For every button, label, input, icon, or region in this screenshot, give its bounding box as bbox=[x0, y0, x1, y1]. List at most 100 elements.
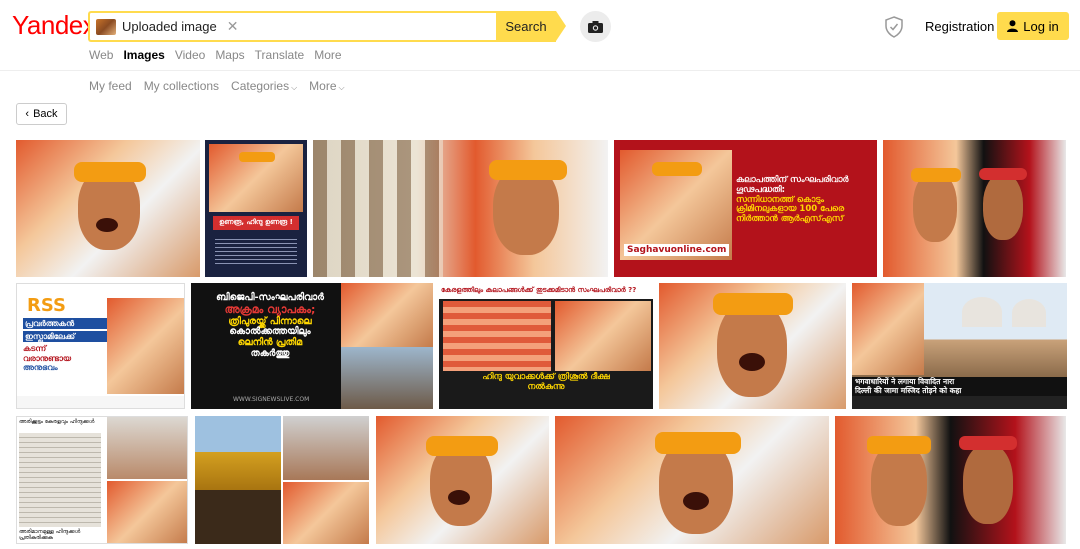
document-photo bbox=[19, 433, 101, 527]
subnav-my-feed[interactable]: My feed bbox=[89, 79, 132, 93]
image-result[interactable]: ബിജെപി-സംഘപരിവാർ അക്രമം വ്യാപകം; ത്രിപുര… bbox=[191, 283, 433, 409]
service-images[interactable]: Images bbox=[123, 48, 164, 62]
chevron-left-icon: ‹ bbox=[25, 108, 30, 120]
search-input[interactable]: Uploaded image ✕ bbox=[88, 11, 498, 42]
image-result[interactable]: ഉണരൂ, ഹിന്ദു ഉണരൂ ! bbox=[205, 140, 307, 277]
open-mouth-shape bbox=[96, 218, 118, 232]
logo-text: Yandex bbox=[12, 10, 96, 40]
headband-shape bbox=[239, 152, 275, 162]
portrait-photo bbox=[107, 417, 187, 479]
open-mouth-shape bbox=[448, 490, 470, 505]
subnav-categories[interactable]: Categories ⌵ bbox=[231, 79, 297, 93]
headband-shape bbox=[911, 168, 961, 182]
service-more[interactable]: More bbox=[314, 48, 341, 62]
collage-top-text: അരിക്കൂട്ടം കേരളവും ഹിന്ദുക്കൾ bbox=[19, 419, 95, 425]
face-shape bbox=[717, 301, 787, 397]
headband-shape bbox=[426, 436, 498, 456]
login-button[interactable]: Log in bbox=[997, 12, 1069, 40]
service-translate[interactable]: Translate bbox=[255, 48, 305, 62]
image-result[interactable] bbox=[555, 416, 829, 544]
image-result[interactable] bbox=[835, 416, 1066, 544]
headline-line-6: തകർത്തു bbox=[250, 348, 290, 360]
headband-shape bbox=[74, 162, 146, 182]
open-mouth-shape bbox=[739, 353, 765, 371]
face-shape bbox=[983, 174, 1023, 240]
photo-region bbox=[341, 283, 433, 347]
headline-line-2: അക്രമം വ്യാപകം; bbox=[224, 302, 316, 316]
image-result[interactable]: RSS പ്രവർത്തകൻ ഇസ്ലാമിലേക്ക് കടന്ന് വരാന… bbox=[16, 283, 185, 409]
crowd-photo bbox=[443, 301, 551, 371]
image-result[interactable] bbox=[376, 416, 549, 544]
subnav-more-label: More bbox=[309, 79, 337, 93]
yandex-logo[interactable]: Yandex bbox=[12, 10, 96, 41]
service-video[interactable]: Video bbox=[175, 48, 205, 62]
hindi-line-2: दिल्ली की जामा मस्जिद तोड़ने को कहा bbox=[855, 385, 962, 395]
service-maps[interactable]: Maps bbox=[215, 48, 244, 62]
statue-photo bbox=[341, 347, 433, 409]
header-divider bbox=[0, 70, 1080, 71]
shield-icon[interactable] bbox=[884, 16, 904, 38]
brand-watermark: Saghavuonline.com bbox=[624, 244, 730, 257]
image-result[interactable] bbox=[883, 140, 1066, 277]
temple-photo bbox=[195, 416, 281, 544]
registration-link[interactable]: Registration bbox=[925, 19, 994, 34]
image-result[interactable] bbox=[16, 140, 200, 277]
camera-icon[interactable] bbox=[580, 11, 611, 42]
headline-text: കലാപത്തിന് സംഘപരിവാർ ഗൂഢപദ്ധതി: സന്നിധാന… bbox=[736, 175, 874, 225]
photo-region bbox=[283, 482, 369, 544]
rss-title: RSS bbox=[27, 295, 66, 316]
face-shape bbox=[871, 442, 927, 526]
banner-bottom-line-2: നൽകുന്നു bbox=[527, 381, 565, 392]
site-url: WWW.SIGNEWSLIVE.COM bbox=[233, 396, 310, 403]
hindi-caption: भगवाधारियों ने लगाया विवादित नारा दिल्ली… bbox=[852, 377, 1067, 397]
subnav-my-collections[interactable]: My collections bbox=[144, 79, 219, 93]
search-bar[interactable]: Uploaded image ✕ Search bbox=[88, 11, 566, 42]
banner-top: കേരളത്തിലും കലാപങ്ങൾക്ക് തുടക്കമിടാൻ സംഘ… bbox=[439, 283, 653, 299]
headband-shape bbox=[713, 293, 793, 315]
photo-region bbox=[107, 298, 184, 394]
rss-line-4: വരാനുണ്ടായ bbox=[23, 353, 72, 363]
subnav-more[interactable]: More ⌵ bbox=[309, 79, 344, 93]
image-result[interactable] bbox=[659, 283, 846, 409]
poster-title: ഉണരൂ, ഹിന്ദു ഉണരൂ ! bbox=[213, 216, 299, 230]
headline-line-5: നിർത്താൻ ആർഎസ്എസ് bbox=[736, 214, 844, 225]
subnav-categories-label: Categories bbox=[231, 79, 290, 93]
search-button-arrow bbox=[556, 11, 566, 41]
uploaded-image-chip[interactable]: Uploaded image ✕ bbox=[96, 17, 238, 36]
headband-shape bbox=[867, 436, 931, 454]
photo-region bbox=[107, 481, 187, 543]
mosque-dome bbox=[1012, 299, 1046, 327]
clear-icon[interactable]: ✕ bbox=[227, 18, 239, 35]
service-web[interactable]: Web bbox=[89, 48, 113, 62]
back-button[interactable]: ‹ Back bbox=[16, 103, 67, 125]
rss-line-3: കടന്ന് bbox=[23, 344, 47, 354]
image-result[interactable] bbox=[195, 416, 369, 544]
login-label: Log in bbox=[1023, 18, 1059, 34]
headline-text: ബിജെപി-സംഘപരിവാർ അക്രമം വ്യാപകം; ത്രിപുര… bbox=[199, 292, 341, 360]
photo-region bbox=[555, 301, 651, 371]
image-result[interactable]: കേരളത്തിലും കലാപങ്ങൾക്ക് തുടക്കമിടാൻ സംഘ… bbox=[439, 283, 653, 409]
red-headband-shape bbox=[959, 436, 1017, 450]
headband-shape bbox=[652, 162, 702, 176]
services-nav: Web Images Video Maps Translate More bbox=[89, 48, 342, 62]
collage-bottom-text: അരിമാനമുള്ള ഹിന്ദുക്കൾ പ്രതികരിക്കുക bbox=[19, 529, 81, 542]
back-label: Back bbox=[33, 108, 58, 120]
uploaded-image-label: Uploaded image bbox=[122, 19, 217, 34]
images-subnav: My feed My collections Categories ⌵ More ⌵ bbox=[89, 79, 345, 93]
banner-bottom: ഹിന്ദു യുവാക്കൾക്ക് ത്രിശൂൽ ദീക്ഷ നൽകുന്… bbox=[439, 372, 653, 393]
poster-text-lines bbox=[215, 236, 297, 264]
rss-line-1: പ്രവർത്തകൻ bbox=[23, 318, 107, 330]
user-icon bbox=[1007, 20, 1019, 32]
headband-shape bbox=[655, 432, 741, 454]
search-button[interactable]: Search bbox=[496, 11, 556, 42]
image-result[interactable]: കലാപത്തിന് സംഘപരിവാർ ഗൂഢപദ്ധതി: സന്നിധാന… bbox=[614, 140, 877, 277]
headband-shape bbox=[489, 160, 567, 180]
image-result[interactable]: അരിക്കൂട്ടം കേരളവും ഹിന്ദുക്കൾ അരിമാനമുള… bbox=[16, 416, 188, 544]
red-headband-shape bbox=[979, 168, 1027, 180]
image-thumbnail-icon bbox=[96, 18, 116, 35]
chevron-down-icon: ⌵ bbox=[291, 83, 298, 92]
rss-text: പ്രവർത്തകൻ ഇസ്ലാമിലേക്ക് കടന്ന് വരാനുണ്ട… bbox=[23, 318, 107, 372]
rss-line-2: ഇസ്ലാമിലേക്ക് bbox=[23, 331, 107, 343]
image-result[interactable] bbox=[313, 140, 608, 277]
image-result[interactable]: भगवाधारियों ने लगाया विवादित नारा दिल्ली… bbox=[852, 283, 1067, 409]
